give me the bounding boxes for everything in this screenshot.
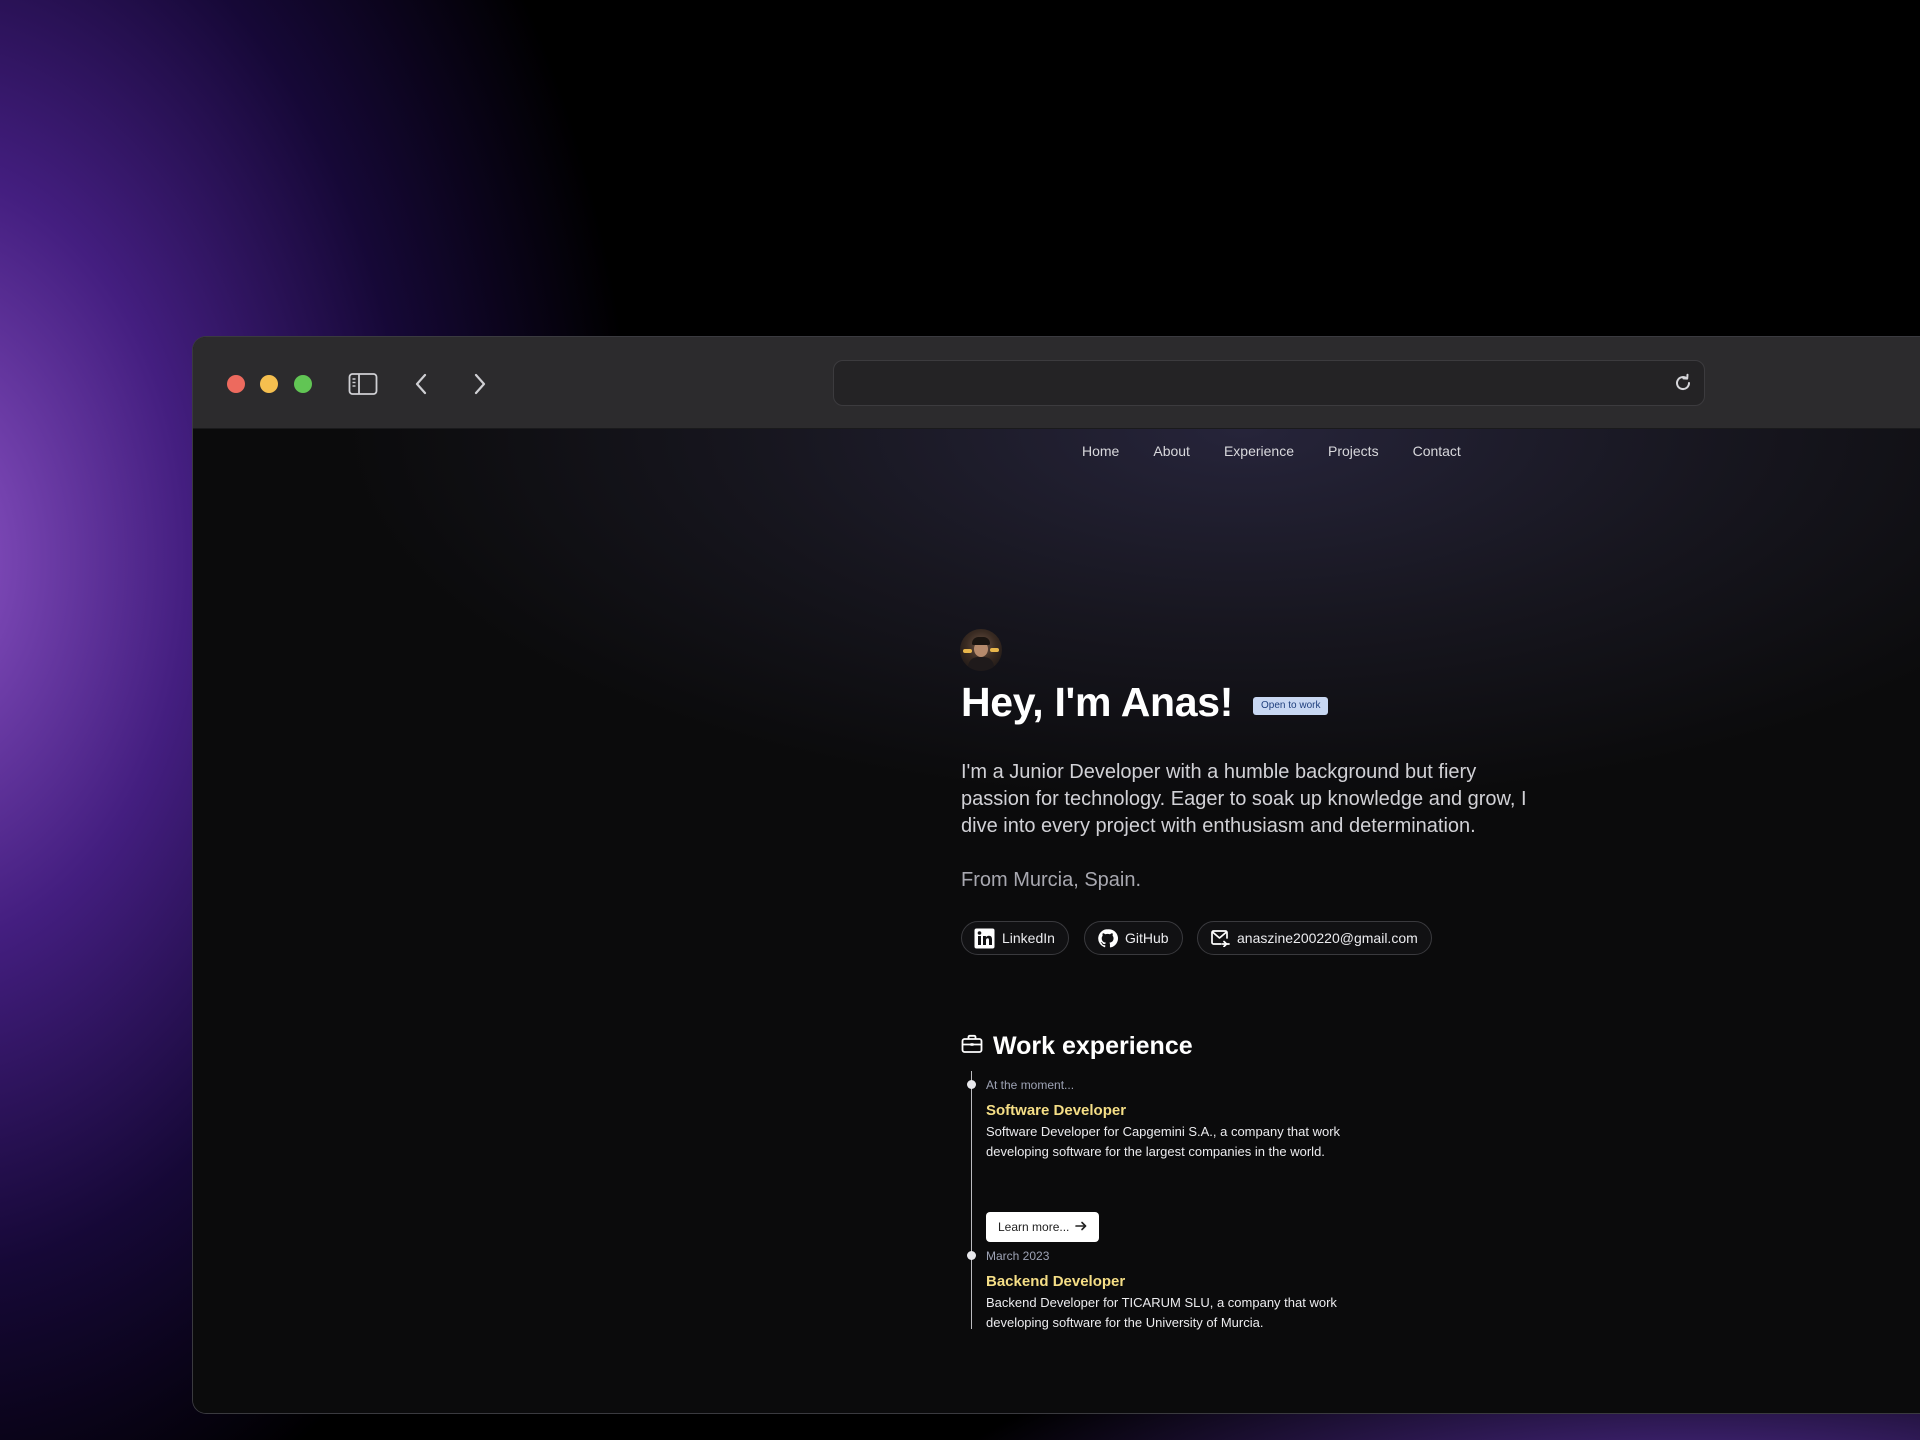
open-to-work-badge: Open to work xyxy=(1253,697,1329,715)
nav-contact[interactable]: Contact xyxy=(1413,443,1461,459)
arrow-right-icon xyxy=(1075,1220,1087,1234)
timeline-line xyxy=(971,1071,972,1329)
reload-icon[interactable] xyxy=(1672,372,1694,394)
linkedin-icon xyxy=(974,928,995,949)
browser-window: Home About Experience Projects Contact H… xyxy=(192,336,1920,1414)
nav-projects[interactable]: Projects xyxy=(1328,443,1379,459)
experience-date: At the moment... xyxy=(986,1078,1075,1092)
hero-intro: I'm a Junior Developer with a humble bac… xyxy=(961,761,1527,837)
minimize-window-button[interactable] xyxy=(260,375,278,393)
learn-more-button[interactable]: Learn more... xyxy=(986,1212,1100,1242)
address-bar[interactable] xyxy=(833,360,1705,406)
hero-title: Hey, I'm Anas! xyxy=(961,679,1234,725)
nav-experience[interactable]: Experience xyxy=(1224,443,1294,459)
forward-arrow-icon[interactable] xyxy=(464,370,496,398)
nav-about[interactable]: About xyxy=(1153,443,1190,459)
maximize-window-button[interactable] xyxy=(294,375,312,393)
linkedin-label: LinkedIn xyxy=(1002,930,1055,946)
mail-icon xyxy=(1210,929,1230,947)
sidebar-toggle-icon[interactable] xyxy=(347,370,379,398)
experience-role: Backend Developer xyxy=(986,1273,1126,1290)
email-label: anaszine200220@gmail.com xyxy=(1237,930,1418,946)
briefcase-icon xyxy=(961,1034,983,1059)
github-button[interactable]: GitHub xyxy=(1084,921,1183,955)
linkedin-button[interactable]: LinkedIn xyxy=(961,921,1069,955)
github-icon xyxy=(1097,928,1118,949)
site-nav: Home About Experience Projects Contact xyxy=(1082,443,1495,459)
github-label: GitHub xyxy=(1125,930,1169,946)
back-arrow-icon[interactable] xyxy=(405,370,437,398)
avatar xyxy=(960,629,1002,671)
timeline-dot xyxy=(967,1080,976,1089)
experience-date: March 2023 xyxy=(986,1249,1050,1263)
experience-description: Backend Developer for TICARUM SLU, a com… xyxy=(986,1295,1337,1330)
timeline-dot xyxy=(967,1251,976,1260)
work-experience-heading: Work experience xyxy=(961,1032,1193,1061)
hero-location: From Murcia, Spain. xyxy=(961,869,1142,891)
email-button[interactable]: anaszine200220@gmail.com xyxy=(1197,921,1432,955)
browser-toolbar xyxy=(193,337,1920,429)
experience-role: Software Developer xyxy=(986,1102,1127,1119)
learn-more-label: Learn more... xyxy=(998,1220,1070,1234)
nav-home[interactable]: Home xyxy=(1082,443,1119,459)
page-content: Home About Experience Projects Contact H… xyxy=(193,429,1920,1413)
experience-description: Software Developer for Capgemini S.A., a… xyxy=(986,1124,1341,1159)
close-window-button[interactable] xyxy=(227,375,245,393)
work-experience-title: Work experience xyxy=(993,1032,1193,1060)
